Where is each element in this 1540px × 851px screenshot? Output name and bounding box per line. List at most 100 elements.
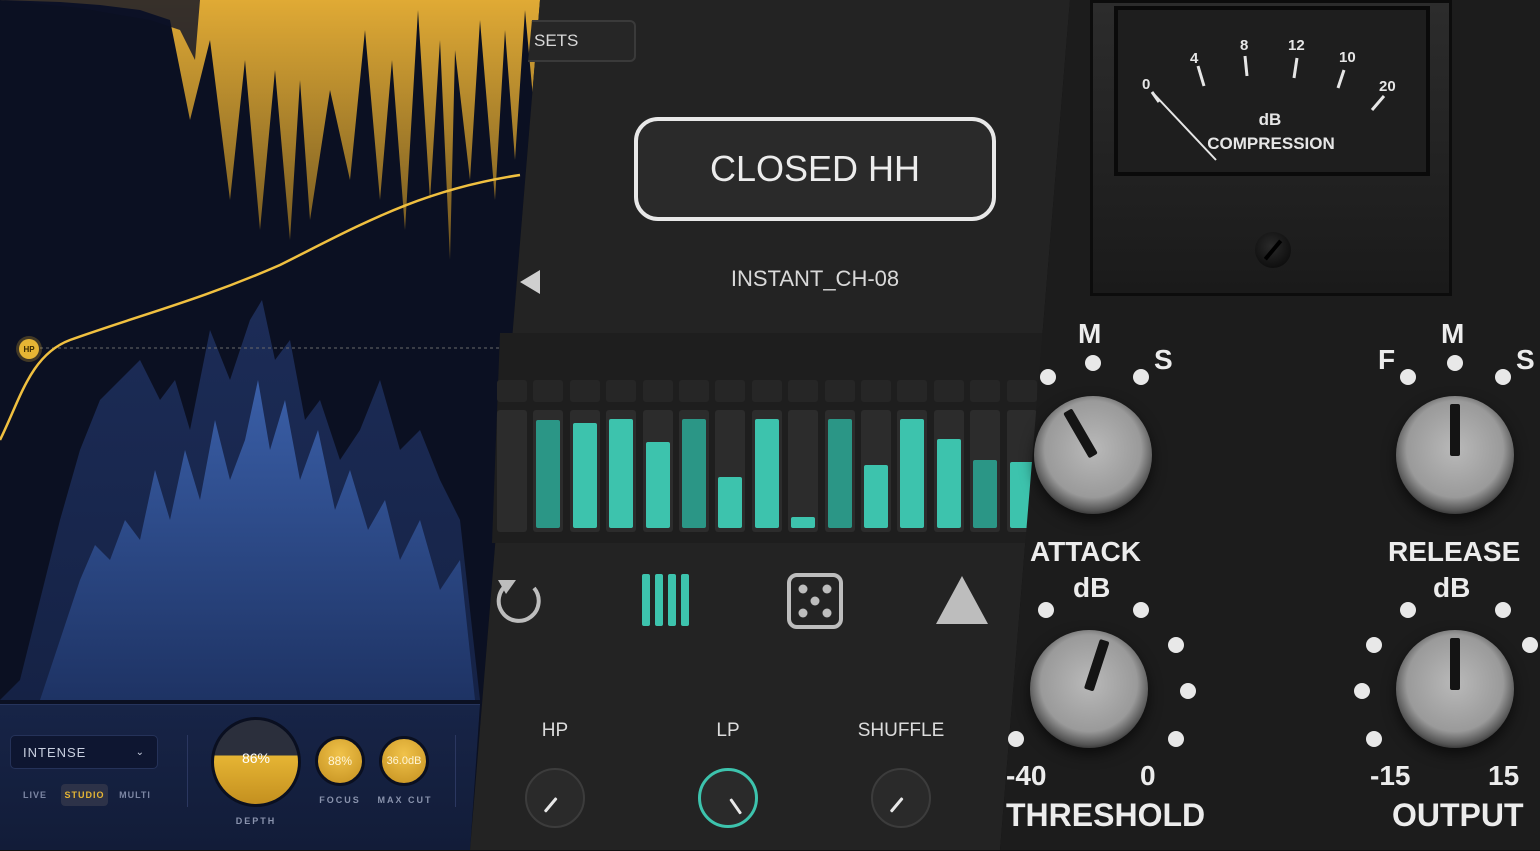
step-velocity-bar[interactable] [573, 423, 597, 528]
scale-dot [1400, 369, 1416, 385]
triangle-icon[interactable] [934, 574, 990, 626]
step-indicator [533, 380, 563, 402]
step-indicator [679, 380, 709, 402]
focus-knob[interactable]: 88% [315, 736, 365, 786]
max-cut-knob[interactable]: 36.0dB [379, 736, 429, 786]
mode-multi[interactable]: MULTI [113, 784, 157, 806]
threshold-max: 0 [1140, 760, 1156, 791]
step-velocity-bar[interactable] [646, 442, 670, 528]
step-indicator [825, 380, 855, 402]
output-min: -15 [1370, 760, 1411, 791]
output-max: 15 [1488, 760, 1520, 791]
gain-reduction-area [0, 0, 540, 260]
release-mark-f: F [1378, 344, 1396, 375]
step-indicator [497, 380, 527, 402]
hp-filter-handle[interactable]: HP [19, 339, 39, 359]
meter-mark-8: 8 [1240, 37, 1249, 54]
mode-select[interactable]: INTENSE ⌄ [10, 735, 158, 769]
divider [187, 735, 188, 807]
mode-select-value: INTENSE [23, 744, 87, 760]
step-indicator [715, 380, 745, 402]
scale-dot [1040, 369, 1056, 385]
previous-sample-icon[interactable] [520, 270, 540, 294]
scale-dot [1400, 602, 1416, 618]
divider [455, 735, 456, 807]
step-indicator [643, 380, 673, 402]
instrument-name-display[interactable]: CLOSED HH [634, 117, 996, 221]
meter-mark-4: 4 [1190, 50, 1199, 67]
scale-dot [1085, 355, 1101, 371]
attack-mark-s: S [1154, 344, 1173, 375]
presets-button[interactable]: SETS [528, 20, 636, 62]
threshold-unit: dB [1073, 572, 1111, 603]
scale-dot [1168, 637, 1184, 653]
threshold-knob[interactable] [1030, 630, 1148, 748]
step-slot[interactable] [497, 410, 527, 532]
output-label: OUTPUT [1392, 797, 1524, 833]
mode-live[interactable]: LIVE [16, 784, 54, 806]
step-indicator [934, 380, 964, 402]
step-velocity-bar[interactable] [900, 419, 924, 528]
meter-mark-20: 20 [1379, 78, 1396, 95]
scale-dot [1354, 683, 1370, 699]
threshold-min: -40 [1006, 760, 1047, 791]
release-knob[interactable] [1396, 396, 1514, 514]
scale-dot [1180, 683, 1196, 699]
dice-icon[interactable] [786, 572, 844, 630]
step-velocity-bar[interactable] [828, 419, 852, 528]
scale-dot [1133, 369, 1149, 385]
release-mark-s: S [1516, 344, 1535, 375]
step-velocity-bar[interactable] [718, 477, 742, 528]
lp-label: LP [716, 720, 740, 741]
output-knob[interactable] [1396, 630, 1514, 748]
sample-name: INSTANT_CH-08 [730, 266, 900, 291]
scale-dot [1133, 602, 1149, 618]
step-indicator [970, 380, 1000, 402]
scale-dot [1522, 637, 1538, 653]
meter-label: COMPRESSION [1207, 134, 1335, 153]
step-indicator [788, 380, 818, 402]
shuffle-knob[interactable] [871, 768, 931, 828]
screw-icon [1255, 232, 1291, 268]
step-velocity-bar[interactable] [609, 419, 633, 528]
step-velocity-bar[interactable] [791, 517, 815, 528]
threshold-label: THRESHOLD [1006, 797, 1206, 833]
hp-knob[interactable] [525, 768, 585, 828]
step-velocity-bar[interactable] [682, 419, 706, 528]
meter-mark-0: 0 [1142, 76, 1151, 93]
step-indicator [752, 380, 782, 402]
max-cut-label: MAX CUT [377, 795, 433, 805]
step-velocity-bar[interactable] [973, 460, 997, 528]
depth-knob[interactable]: 86% [211, 717, 301, 807]
scale-dot [1366, 637, 1382, 653]
step-indicator [606, 380, 636, 402]
hp-label: HP [541, 720, 569, 741]
chevron-down-icon: ⌄ [135, 746, 145, 758]
mode-studio[interactable]: STUDIO [61, 784, 108, 806]
release-mark-m: M [1441, 318, 1465, 349]
shuffle-label: SHUFFLE [857, 720, 945, 741]
scale-dot [1038, 602, 1054, 618]
reset-icon[interactable] [494, 574, 546, 626]
bars-icon[interactable] [640, 572, 696, 628]
scale-dot [1008, 731, 1024, 747]
meter-mark-10: 10 [1339, 49, 1356, 66]
release-label: RELEASE [1388, 536, 1521, 567]
step-velocity-bar[interactable] [536, 420, 560, 528]
step-slot[interactable] [788, 410, 818, 532]
scale-dot [1495, 602, 1511, 618]
step-indicator [1007, 380, 1037, 402]
focus-label: FOCUS [319, 795, 361, 805]
step-indicator [570, 380, 600, 402]
lp-knob[interactable] [698, 768, 758, 828]
meter-mark-12: 12 [1288, 37, 1305, 54]
depth-label: DEPTH [235, 816, 277, 826]
step-velocity-bar[interactable] [755, 419, 779, 528]
step-velocity-bar[interactable] [864, 465, 888, 528]
scale-dot [1495, 369, 1511, 385]
step-velocity-bar[interactable] [937, 439, 961, 528]
step-indicator [861, 380, 891, 402]
attack-knob[interactable] [1034, 396, 1152, 514]
attack-mark-m: M [1078, 318, 1102, 349]
scale-dot [1366, 731, 1382, 747]
